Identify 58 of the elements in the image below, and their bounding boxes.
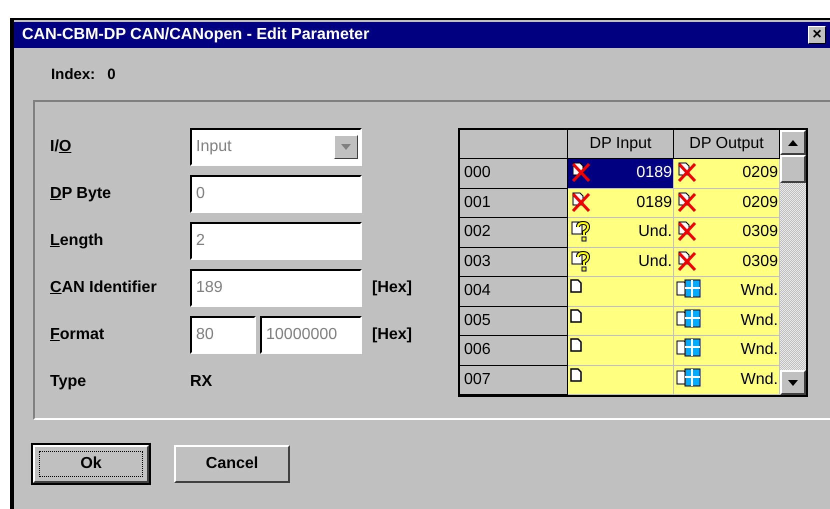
field-label: DP Byte <box>50 184 112 204</box>
document-window-icon <box>676 277 702 299</box>
document-icon <box>570 336 582 352</box>
dialog-button[interactable]: Cancel <box>174 445 290 483</box>
dialog-button[interactable]: Ok <box>33 445 149 483</box>
cell-value: Wnd. <box>740 370 778 390</box>
scroll-down-button[interactable] <box>780 370 806 395</box>
grid-cell[interactable]: Und. <box>568 248 674 277</box>
grid-cell[interactable]: Wnd. <box>674 366 780 395</box>
grid-cell[interactable]: 0309 <box>674 218 780 248</box>
grid-cell[interactable]: Wnd. <box>674 336 780 366</box>
cell-value: 0309 <box>742 252 778 272</box>
down-arrow-icon <box>788 380 798 386</box>
grid-cell[interactable]: 0209 <box>674 159 780 188</box>
cell-value: 0209 <box>742 163 778 184</box>
cell-value: Und. <box>638 252 672 272</box>
grid-cell[interactable]: 0209 <box>674 188 780 218</box>
index-label: Index: <box>51 65 96 84</box>
unit-label: [Hex] <box>372 324 412 344</box>
scroll-up-button[interactable] <box>780 130 806 155</box>
window-title: CAN-CBM-DP CAN/CANopen - Edit Parameter <box>22 25 370 45</box>
grid-cell[interactable]: 0189 <box>568 188 674 218</box>
grid-cell[interactable] <box>568 306 674 336</box>
field-label: Type <box>50 372 88 392</box>
grid-cell[interactable]: 0189 <box>568 159 674 188</box>
close-button[interactable]: × <box>808 26 826 44</box>
document-icon <box>570 277 582 293</box>
grid-cell[interactable]: Wnd. <box>674 306 780 336</box>
document-icon <box>570 366 582 382</box>
document-window-icon <box>676 306 702 328</box>
cell-value: Wnd. <box>740 281 778 302</box>
cell-value: Wnd. <box>740 310 778 331</box>
document-icon <box>570 306 582 322</box>
grid-cell[interactable]: 0309 <box>674 248 780 277</box>
scroll-thumb[interactable] <box>780 155 806 183</box>
vertical-scrollbar[interactable] <box>780 130 806 395</box>
type-value: RX <box>190 372 212 392</box>
grid-cell[interactable]: Und. <box>568 218 674 248</box>
grid-cell[interactable] <box>568 336 674 366</box>
document-window-icon <box>676 336 702 358</box>
grid-cell[interactable] <box>568 277 674 306</box>
grid-cell[interactable] <box>568 366 674 395</box>
cell-value: 0189 <box>636 163 672 184</box>
cell-value: 0209 <box>742 192 778 213</box>
document-window-icon <box>676 366 702 388</box>
unit-label: [Hex] <box>372 278 412 298</box>
cell-value: Und. <box>638 222 672 242</box>
grid-cell[interactable]: Wnd. <box>674 277 780 306</box>
cell-value: 0309 <box>742 222 778 242</box>
field-label: CAN Identifier <box>50 278 158 298</box>
cell-value: Wnd. <box>740 340 778 360</box>
up-arrow-icon <box>788 140 798 146</box>
field-label: Length <box>50 230 104 250</box>
field-label: Format <box>50 324 106 344</box>
index-value: 0 <box>107 65 116 84</box>
cell-value: 0189 <box>636 192 672 213</box>
document-question-icon <box>570 218 592 242</box>
field-label: I/O <box>50 136 72 156</box>
